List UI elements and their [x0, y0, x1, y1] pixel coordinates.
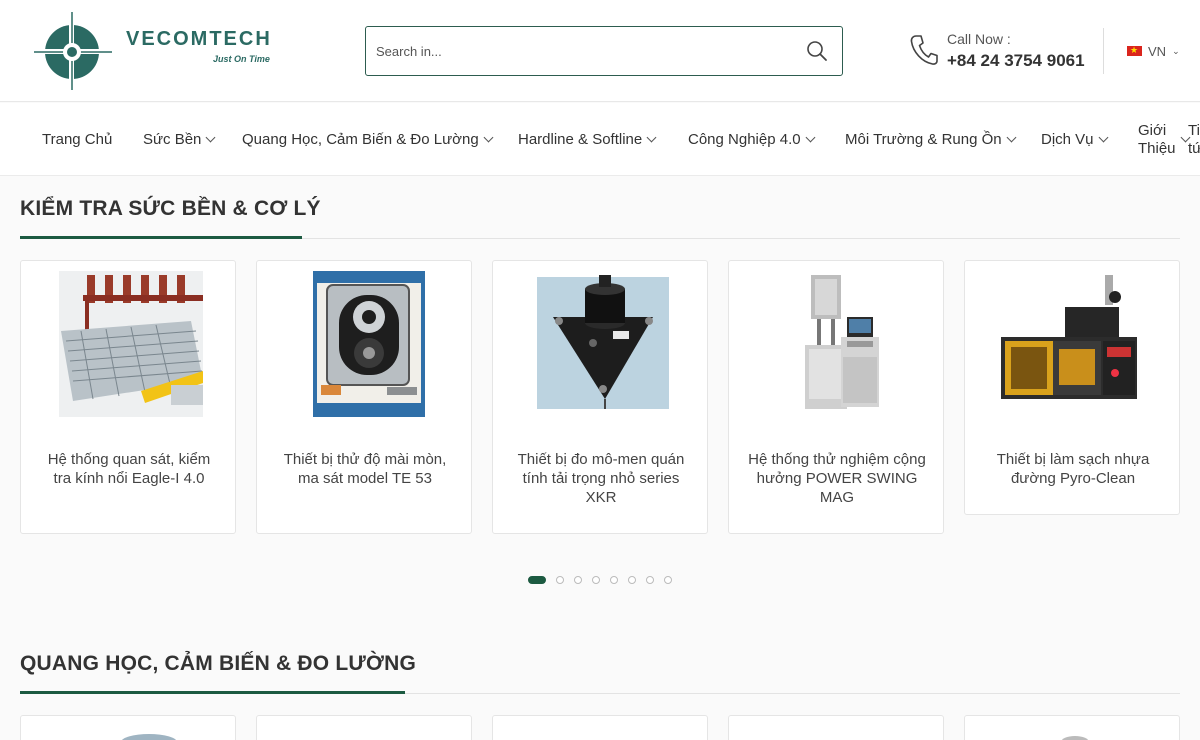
language-label: VN	[1148, 43, 1167, 59]
carousel-dot[interactable]	[610, 576, 618, 584]
carousel-dot[interactable]	[628, 576, 636, 584]
carousel-dot[interactable]	[592, 576, 600, 584]
vietnam-flag-icon	[1127, 43, 1142, 57]
product-title[interactable]: Thiết bị thử độ mài mòn, ma sát model TE…	[273, 450, 457, 488]
site-header: VECOMTECH Just On Time Call Now : +84 24…	[0, 0, 1200, 102]
chevron-down-icon	[483, 132, 494, 143]
carousel-pagination	[528, 575, 672, 585]
logo-mark-icon	[34, 12, 112, 90]
nav-item-label: Môi Trường & Rung Ồn	[845, 131, 1002, 148]
section-title: QUANG HỌC, CẢM BIẾN & ĐO LƯỜNG	[20, 652, 416, 675]
nav-item-cong-nghiep[interactable]: Công Nghiệp 4.0	[688, 103, 816, 176]
product-card[interactable]: Thiết bị thử độ mài mòn, ma sát model TE…	[256, 260, 472, 534]
nav-item-label: Sức Bền	[143, 131, 202, 148]
nav-item-label: Giới Thiệu	[1138, 121, 1176, 157]
product-image	[313, 271, 425, 417]
product-title[interactable]: Hệ thống thử nghiệm cộng hưởng POWER SWI…	[745, 450, 929, 507]
product-card[interactable]	[492, 715, 708, 740]
nav-item-dich-vu[interactable]: Dịch Vụ	[1041, 103, 1108, 176]
product-title[interactable]: Thiết bị đo mô-men quán tính tải trọng n…	[509, 450, 693, 507]
product-card[interactable]: Hệ thống quan sát, kiểm tra kính nổi Eag…	[20, 260, 236, 534]
product-image	[537, 275, 669, 409]
logo-name: VECOMTECH	[126, 28, 272, 50]
product-card[interactable]	[256, 715, 472, 740]
language-selector[interactable]: VN ⌄	[1127, 42, 1180, 60]
product-image	[1001, 275, 1137, 399]
logo-slogan: Just On Time	[213, 54, 270, 64]
product-image	[1061, 736, 1089, 740]
nav-item-quang-hoc[interactable]: Quang Học, Cảm Biến & Đo Lường	[242, 103, 494, 176]
call-number[interactable]: +84 24 3754 9061	[947, 51, 1085, 71]
chevron-down-icon	[1006, 132, 1017, 143]
product-card[interactable]	[20, 715, 236, 740]
product-title[interactable]: Hệ thống quan sát, kiểm tra kính nổi Eag…	[37, 450, 221, 488]
chevron-down-icon	[646, 132, 657, 143]
product-card[interactable]: Thiết bị làm sạch nhựa đường Pyro-Clean	[964, 260, 1180, 515]
carousel-dot-active[interactable]	[528, 576, 546, 584]
nav-item-tin-tuc[interactable]: Ti tứ	[1188, 103, 1200, 176]
product-card[interactable]	[728, 715, 944, 740]
nav-item-label: Công Nghiệp 4.0	[688, 131, 801, 148]
header-divider	[1103, 28, 1104, 74]
section-title-underline	[20, 691, 405, 694]
phone-icon	[910, 35, 938, 65]
chevron-down-icon	[1098, 132, 1108, 143]
nav-item-trang-chu[interactable]: Trang Chủ	[42, 103, 112, 176]
section-title: KIỂM TRA SỨC BỀN & CƠ LÝ	[20, 197, 321, 220]
search-box	[365, 26, 843, 76]
nav-item-suc-ben[interactable]: Sức Bền	[143, 103, 216, 176]
chevron-down-icon	[205, 132, 216, 143]
product-image	[805, 275, 879, 409]
carousel-dot[interactable]	[664, 576, 672, 584]
product-image	[59, 271, 203, 417]
carousel-dot[interactable]	[574, 576, 582, 584]
main-nav: Trang Chủ Sức Bền Quang Học, Cảm Biến & …	[0, 103, 1200, 176]
nav-item-label: Dịch Vụ	[1041, 131, 1094, 148]
product-title[interactable]: Thiết bị làm sạch nhựa đường Pyro-Clean	[981, 450, 1165, 488]
section-title-underline	[20, 236, 302, 239]
carousel-dot[interactable]	[646, 576, 654, 584]
call-now[interactable]: Call Now : +84 24 3754 9061	[910, 30, 1090, 74]
nav-item-label: Ti tứ	[1188, 121, 1200, 157]
product-card[interactable]: Thiết bị đo mô-men quán tính tải trọng n…	[492, 260, 708, 534]
product-card[interactable]: Hệ thống thử nghiệm cộng hưởng POWER SWI…	[728, 260, 944, 534]
site-logo[interactable]: VECOMTECH Just On Time	[34, 12, 284, 92]
nav-item-label: Hardline & Softline	[518, 131, 643, 148]
chevron-down-icon	[805, 132, 816, 143]
nav-item-moi-truong[interactable]: Môi Trường & Rung Ồn	[845, 103, 1017, 176]
search-input[interactable]	[366, 27, 796, 75]
chevron-down-icon: ⌄	[1172, 45, 1180, 56]
nav-item-gioi-thieu[interactable]: Giới Thiệu	[1138, 103, 1191, 176]
search-icon[interactable]	[806, 40, 828, 62]
product-card[interactable]	[964, 715, 1180, 740]
nav-item-label: Quang Học, Cảm Biến & Đo Lường	[242, 131, 479, 148]
carousel-dot[interactable]	[556, 576, 564, 584]
nav-item-label: Trang Chủ	[42, 131, 113, 148]
product-image	[121, 734, 177, 740]
nav-item-hardline-softline[interactable]: Hardline & Softline	[518, 103, 657, 176]
call-label: Call Now :	[947, 31, 1011, 47]
